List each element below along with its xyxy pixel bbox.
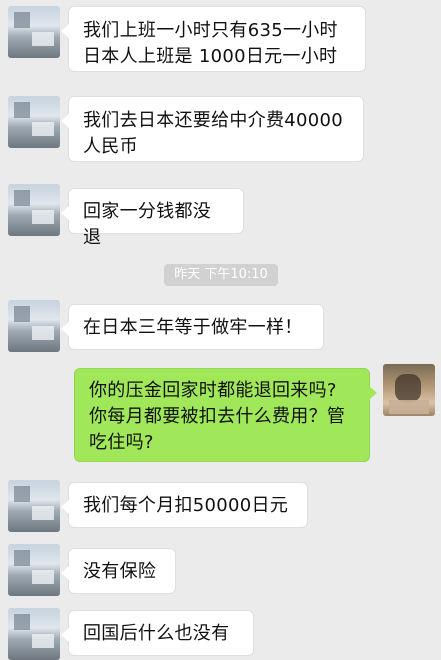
contact-avatar[interactable] <box>8 480 60 532</box>
message-bubble[interactable]: 没有保险 <box>61 548 176 594</box>
contact-avatar[interactable] <box>8 608 60 660</box>
contact-avatar[interactable] <box>8 96 60 148</box>
chat-thread: 我们上班一小时只有635一小时 日本人上班是 1000日元一小时 我们去日本还要… <box>0 0 441 660</box>
message-bubble[interactable]: 回家一分钱都没退 <box>61 188 244 248</box>
contact-avatar[interactable] <box>8 184 60 236</box>
message-bubble[interactable]: 我们每个月扣50000日元 <box>61 482 308 528</box>
message-bubble[interactable]: 我们去日本还要给中介费40000 人民币 <box>61 96 364 162</box>
contact-avatar[interactable] <box>8 6 60 58</box>
contact-avatar[interactable] <box>8 300 60 352</box>
message-bubble[interactable]: 在日本三年等于做牢一样！ <box>61 304 324 350</box>
message-bubble[interactable]: 你的压金回家时都能退回来吗? 你每月都要被扣去什么费用？管 吃住吗? <box>74 368 377 462</box>
timestamp-label: 昨天 下午10:10 <box>164 264 278 286</box>
self-avatar[interactable] <box>383 364 435 416</box>
contact-avatar[interactable] <box>8 544 60 596</box>
message-bubble[interactable]: 我们上班一小时只有635一小时 日本人上班是 1000日元一小时 <box>61 6 366 72</box>
message-bubble[interactable]: 回国后什么也没有 <box>61 610 254 656</box>
